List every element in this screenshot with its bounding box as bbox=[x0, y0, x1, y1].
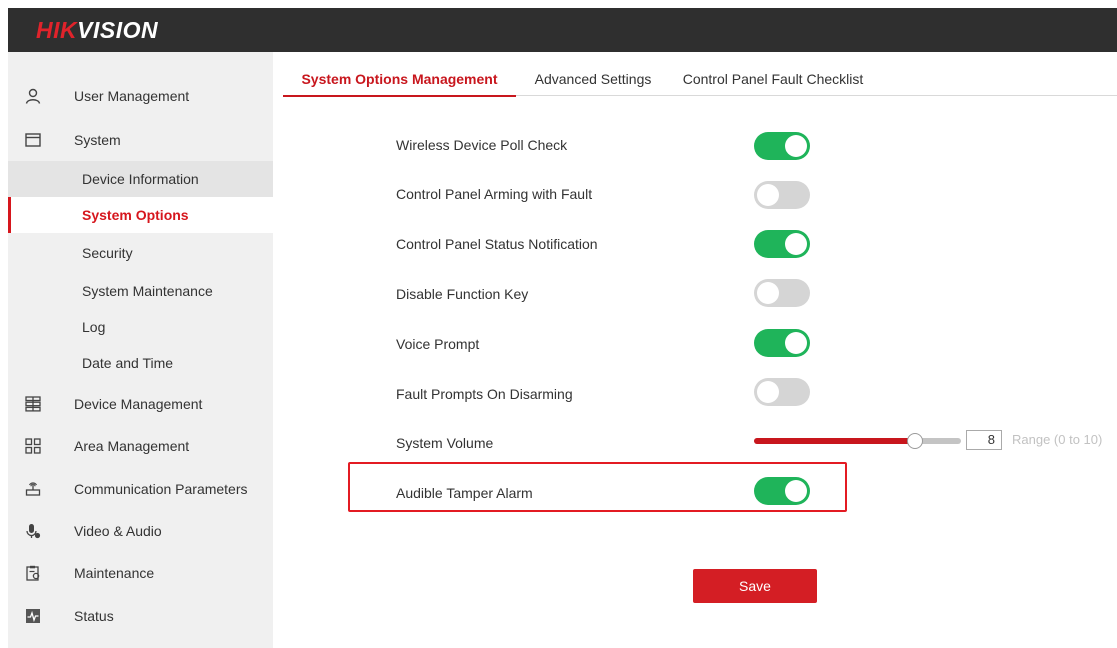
volume-value-input[interactable]: 8 bbox=[966, 430, 1002, 450]
sidebar-item-label: User Management bbox=[74, 88, 190, 104]
toggle-disable-function-key[interactable] bbox=[754, 279, 810, 307]
sidebar-subitem-label: System Maintenance bbox=[82, 283, 213, 299]
sidebar-subitem-label: Log bbox=[82, 319, 106, 335]
sidebar-item-label: Communication Parameters bbox=[74, 481, 248, 497]
sidebar-item-area-management[interactable]: Area Management bbox=[8, 428, 273, 464]
tab-label: System Options Management bbox=[301, 71, 498, 87]
sidebar-subitem-label: Device Information bbox=[82, 171, 199, 187]
sidebar-item-label: Device Management bbox=[74, 396, 203, 412]
volume-range-note: Range (0 to 10) bbox=[1012, 432, 1103, 447]
sidebar-item-communication-parameters[interactable]: Communication Parameters bbox=[8, 471, 273, 507]
tab-label: Advanced Settings bbox=[534, 71, 652, 87]
top-bar: HIKVISION bbox=[8, 8, 1117, 52]
sidebar-subitem-label: Security bbox=[82, 245, 133, 261]
device-grid-icon bbox=[24, 395, 42, 413]
sidebar-item-label: Maintenance bbox=[74, 565, 155, 581]
sidebar-item-label: Status bbox=[74, 608, 114, 624]
sidebar-item-device-management[interactable]: Device Management bbox=[8, 386, 273, 422]
tab-system-options-management[interactable]: System Options Management bbox=[283, 62, 516, 97]
sidebar-subitem-date-and-time[interactable]: Date and Time bbox=[8, 345, 273, 381]
toggle-control-panel-arming-with-fault[interactable] bbox=[754, 181, 810, 209]
toggle-control-panel-status-notification[interactable] bbox=[754, 230, 810, 258]
sidebar-item-label: Video & Audio bbox=[74, 523, 162, 539]
sidebar-item-label: System bbox=[74, 132, 121, 148]
sidebar-subitem-system-maintenance[interactable]: System Maintenance bbox=[8, 273, 273, 309]
pulse-icon bbox=[24, 607, 42, 625]
option-label-control-panel-status-notification: Control Panel Status Notification bbox=[396, 236, 598, 252]
window-icon bbox=[24, 131, 42, 149]
option-label-system-volume: System Volume bbox=[396, 435, 494, 451]
option-label-wireless-device-poll-check: Wireless Device Poll Check bbox=[396, 137, 568, 153]
toggle-knob bbox=[785, 332, 807, 354]
sidebar-subitem-label: System Options bbox=[82, 207, 189, 223]
logo-text-hik: HIK bbox=[36, 17, 78, 43]
save-button[interactable]: Save bbox=[693, 569, 817, 603]
toggle-knob bbox=[785, 233, 807, 255]
toggle-voice-prompt[interactable] bbox=[754, 329, 810, 357]
logo-text-vision: VISION bbox=[77, 17, 159, 43]
tab-control-panel-fault-checklist[interactable]: Control Panel Fault Checklist bbox=[675, 62, 871, 96]
option-label-audible-tamper-alarm: Audible Tamper Alarm bbox=[396, 485, 533, 501]
sidebar-subitem-system-options[interactable]: System Options bbox=[8, 197, 273, 233]
area-grid-icon bbox=[24, 437, 42, 455]
sidebar-subitem-security[interactable]: Security bbox=[8, 235, 273, 271]
tab-bar: System Options Management Advanced Setti… bbox=[283, 62, 1117, 97]
sidebar-item-user-management[interactable]: User Management bbox=[8, 78, 273, 114]
user-icon bbox=[24, 87, 42, 105]
volume-slider[interactable] bbox=[754, 433, 961, 449]
volume-slider-handle[interactable] bbox=[906, 433, 923, 449]
tab-advanced-settings[interactable]: Advanced Settings bbox=[523, 62, 663, 96]
toggle-wireless-device-poll-check[interactable] bbox=[754, 132, 810, 160]
toggle-audible-tamper-alarm[interactable] bbox=[754, 477, 810, 505]
sidebar-item-maintenance[interactable]: Maintenance bbox=[8, 555, 273, 591]
toggle-fault-prompts-on-disarming[interactable] bbox=[754, 378, 810, 406]
option-label-disable-function-key: Disable Function Key bbox=[396, 286, 529, 302]
sidebar-subitem-device-information[interactable]: Device Information bbox=[8, 161, 273, 197]
sidebar-subitem-label: Date and Time bbox=[82, 355, 174, 371]
sidebar-subitem-log[interactable]: Log bbox=[8, 309, 273, 345]
hikvision-logo: HIKVISION bbox=[36, 17, 158, 44]
sidebar-item-label: Area Management bbox=[74, 438, 190, 454]
toggle-knob bbox=[757, 184, 779, 206]
option-label-voice-prompt: Voice Prompt bbox=[396, 336, 480, 352]
toggle-knob bbox=[785, 480, 807, 502]
toggle-knob bbox=[785, 135, 807, 157]
tab-label: Control Panel Fault Checklist bbox=[682, 71, 864, 87]
sidebar-item-video-audio[interactable]: Video & Audio bbox=[8, 513, 273, 549]
sidebar-item-status[interactable]: Status bbox=[8, 598, 273, 634]
toggle-knob bbox=[757, 381, 779, 403]
mic-icon bbox=[24, 522, 42, 540]
option-label-control-panel-arming-with-fault: Control Panel Arming with Fault bbox=[396, 186, 593, 202]
volume-slider-fill bbox=[754, 438, 915, 444]
router-icon bbox=[24, 480, 42, 498]
toggle-knob bbox=[757, 282, 779, 304]
clipboard-gear-icon bbox=[24, 564, 42, 582]
sidebar: User Management System Device Informatio… bbox=[8, 52, 273, 648]
sidebar-item-system[interactable]: System bbox=[8, 122, 273, 158]
option-label-fault-prompts-on-disarming: Fault Prompts On Disarming bbox=[396, 386, 573, 402]
